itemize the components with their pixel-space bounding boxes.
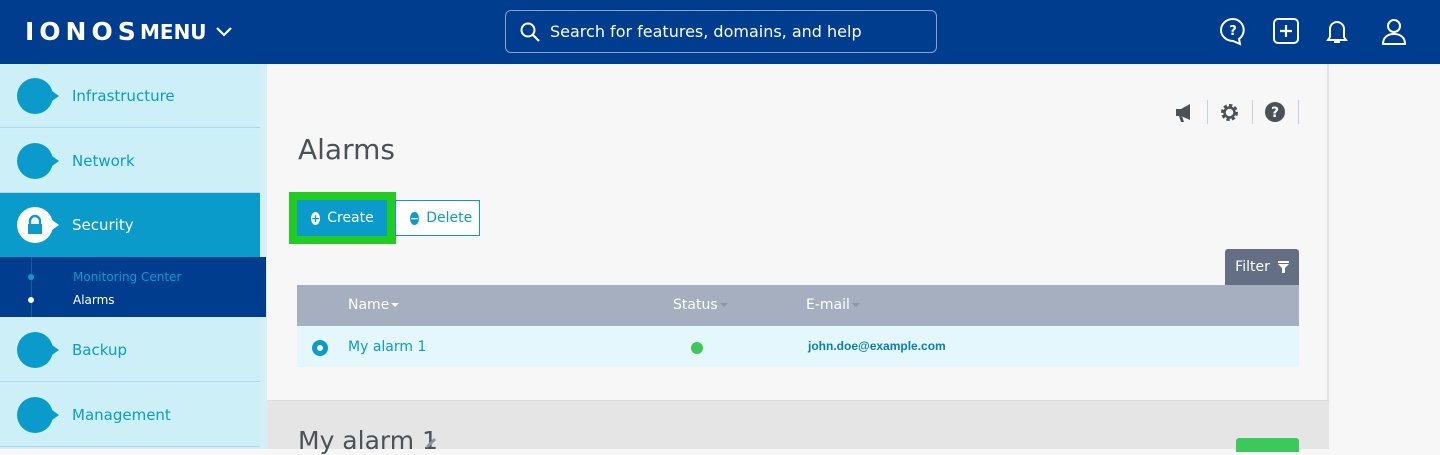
clipboard-icon: [17, 396, 59, 433]
detail-action-button[interactable]: [1236, 438, 1299, 452]
user-icon[interactable]: [1379, 16, 1409, 46]
delete-button[interactable]: − Delete: [395, 200, 480, 236]
minus-circle-icon: −: [410, 211, 420, 225]
create-button[interactable]: + Create: [297, 200, 387, 236]
sort-caret-icon: [851, 303, 860, 307]
sidebar-item-label: Network: [72, 151, 135, 170]
delete-label: Delete: [426, 210, 473, 226]
sidebar-item-label: Security: [72, 216, 134, 234]
edit-pencil-icon[interactable]: [425, 437, 437, 449]
column-label: Status: [673, 297, 718, 313]
gear-icon[interactable]: [1219, 102, 1240, 123]
row-radio[interactable]: [312, 340, 328, 356]
history-icon: [17, 331, 59, 368]
help-icon[interactable]: ?: [1265, 102, 1285, 122]
sidebar-item-label: Infrastructure: [72, 86, 175, 105]
column-status[interactable]: Status: [673, 297, 728, 313]
menu-label: MENU: [140, 20, 207, 44]
chevron-down-icon: [215, 27, 232, 37]
status-indicator: [691, 342, 703, 354]
detail-panel: My alarm 1: [267, 400, 1329, 455]
bell-icon[interactable]: [1322, 16, 1352, 46]
svg-text:?: ?: [1229, 24, 1237, 39]
sidebar-item-infrastructure[interactable]: Infrastructure: [0, 64, 260, 128]
svg-text:?: ?: [1271, 105, 1279, 121]
search-placeholder: Search for features, domains, and help: [550, 22, 862, 41]
top-header: IONOS MENU Search for features, domains,…: [0, 0, 1440, 64]
submenu-monitoring-center[interactable]: Monitoring Center: [73, 270, 181, 284]
filter-label: Filter: [1235, 259, 1270, 275]
create-label: Create: [327, 210, 374, 226]
help-chat-icon[interactable]: ?: [1218, 16, 1248, 46]
globe-icon: [17, 142, 59, 179]
detail-title: My alarm 1: [298, 426, 438, 455]
infrastructure-icon: [17, 77, 59, 114]
security-submenu: Monitoring Center Alarms: [0, 257, 266, 317]
menu-button[interactable]: MENU: [140, 20, 233, 44]
filter-icon: [1277, 261, 1289, 273]
table-row[interactable]: My alarm 1 john.doe@example.com: [297, 326, 1299, 367]
sidebar-item-network[interactable]: Network: [0, 129, 260, 193]
sort-caret-icon: [391, 303, 400, 307]
lock-icon: [17, 207, 59, 243]
megaphone-icon[interactable]: [1174, 103, 1196, 123]
column-label: E-mail: [806, 297, 850, 313]
table-header: Name Status E-mail: [297, 285, 1299, 326]
sidebar-item-label: Backup: [72, 340, 127, 359]
plus-circle-icon: +: [311, 211, 321, 225]
column-label: Name: [348, 297, 390, 313]
sort-caret-icon: [719, 303, 728, 307]
sidebar-item-security[interactable]: Security: [0, 193, 260, 257]
add-icon[interactable]: [1271, 16, 1301, 46]
column-name[interactable]: Name: [348, 297, 400, 313]
ionos-logo[interactable]: IONOS: [25, 17, 141, 46]
sidebar-item-label: Management: [72, 405, 171, 424]
submenu-alarms[interactable]: Alarms: [73, 293, 115, 307]
column-email[interactable]: E-mail: [806, 297, 860, 313]
filter-button[interactable]: Filter: [1225, 249, 1299, 285]
alarm-name-link[interactable]: My alarm 1: [348, 339, 426, 355]
sidebar-item-backup[interactable]: Backup: [0, 318, 260, 382]
alarm-email: john.doe@example.com: [808, 339, 946, 353]
search-input[interactable]: Search for features, domains, and help: [505, 10, 937, 53]
search-icon: [520, 22, 540, 42]
sidebar-item-management[interactable]: Management: [0, 383, 260, 447]
page-title: Alarms: [298, 133, 395, 166]
